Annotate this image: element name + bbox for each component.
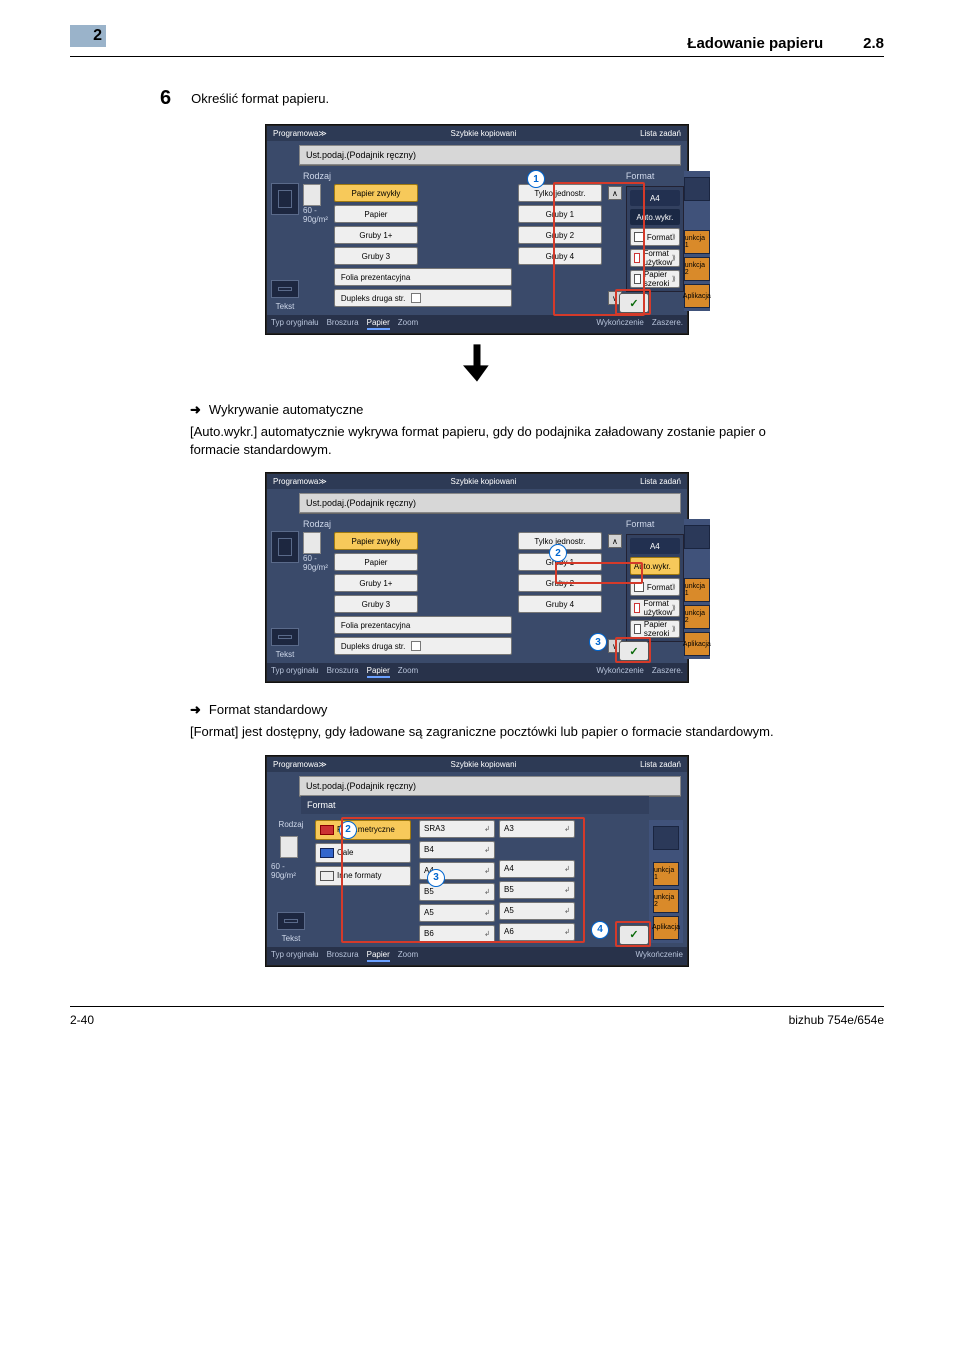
breadcrumb: Ust.podaj.(Podajnik ręczny) bbox=[299, 145, 681, 165]
format-label: Format bbox=[626, 171, 684, 181]
screenshot-1: Programowa≫ Szybkie kopiowani Lista zada… bbox=[266, 125, 688, 334]
highlight-ok bbox=[615, 289, 651, 315]
step-number: 6 bbox=[160, 87, 171, 110]
callout-4: 4 bbox=[591, 921, 609, 939]
page-header: Ładowanie papieru 2.8 bbox=[70, 35, 884, 57]
tab-papier[interactable]: Papier bbox=[367, 318, 390, 330]
paper-wide-btn[interactable]: Papier szeroki⟫ bbox=[630, 620, 680, 638]
scroll-up-icon[interactable]: ∧ bbox=[608, 534, 622, 548]
format-subheader: Format bbox=[301, 796, 649, 814]
right-sidebar: unkcja 1 unkcja 2 Aplikacja bbox=[684, 171, 710, 311]
screenshot-2: Programowa≫ Szybkie kopiowani Lista zada… bbox=[266, 473, 688, 682]
step-row: 6 Określić format papieru. bbox=[160, 87, 884, 110]
highlight-size-area bbox=[341, 817, 585, 943]
topbar-right: Lista zadań bbox=[640, 129, 681, 138]
arrow-icon: ➜ bbox=[190, 402, 201, 417]
paper-type-btn[interactable]: Folia prezentacyjna bbox=[334, 268, 512, 286]
paper-type-btn[interactable]: Papier zwykły bbox=[334, 184, 418, 202]
subsection-std: ➜Format standardowy bbox=[190, 702, 884, 718]
down-arrow-icon bbox=[70, 344, 884, 382]
list-icon bbox=[271, 280, 299, 298]
tab-wykonczenie[interactable]: Wykończenie bbox=[596, 318, 644, 330]
sidebar-slot bbox=[684, 177, 710, 201]
sidebar-app[interactable]: Aplikacja bbox=[684, 284, 710, 308]
paper-type-btn[interactable]: Gruby 3 bbox=[334, 595, 418, 613]
page-footer: 2-40 bizhub 754e/654e bbox=[70, 1006, 884, 1027]
paper-type-btn[interactable]: Papier bbox=[334, 205, 418, 223]
arrow-icon: ➜ bbox=[190, 702, 201, 717]
breadcrumb: Ust.podaj.(Podajnik ręczny) bbox=[299, 493, 681, 513]
sidebar-func1[interactable]: unkcja 1 bbox=[684, 230, 710, 254]
tab-broszura[interactable]: Broszura bbox=[327, 318, 359, 330]
callout-3: 3 bbox=[589, 633, 607, 651]
breadcrumb: Ust.podaj.(Podajnik ręczny) bbox=[299, 776, 681, 796]
paper-icon bbox=[303, 532, 321, 554]
paper-type-btn[interactable]: Gruby 1+ bbox=[334, 574, 418, 592]
tab-typ[interactable]: Typ oryginału bbox=[271, 318, 319, 330]
header-section: 2.8 bbox=[863, 35, 884, 52]
tab-zaszere[interactable]: Zaszere. bbox=[652, 318, 683, 330]
topbar-mid: Szybkie kopiowani bbox=[451, 129, 517, 138]
paper-icon bbox=[280, 836, 298, 858]
rodzaj-label: Rodzaj bbox=[303, 171, 622, 181]
document-icon bbox=[271, 531, 299, 563]
paper-icon bbox=[303, 184, 321, 206]
highlight-ok bbox=[615, 637, 651, 663]
weight-label: 60 - 90g/m² bbox=[303, 206, 328, 224]
paper-type-btn[interactable]: Gruby 3 bbox=[334, 247, 418, 265]
subsection-auto: ➜Wykrywanie automatyczne bbox=[190, 402, 884, 418]
document-icon bbox=[271, 183, 299, 215]
paper-type-btn[interactable]: Folia prezentacyjna bbox=[334, 616, 512, 634]
callout-1: 1 bbox=[527, 170, 545, 188]
auto-description: [Auto.wykr.] automatycznie wykrywa forma… bbox=[190, 423, 804, 458]
header-title: Ładowanie papieru bbox=[687, 35, 823, 52]
footer-page: 2-40 bbox=[70, 1013, 94, 1027]
footer-model: bizhub 754e/654e bbox=[789, 1013, 884, 1027]
list-icon bbox=[271, 628, 299, 646]
topbar-left: Programowa≫ bbox=[273, 129, 327, 138]
screenshot-3: Programowa≫ Szybkie kopiowani Lista zada… bbox=[266, 756, 688, 966]
bottom-tabs: Typ oryginału Broszura Papier Zoom Wykoń… bbox=[267, 315, 687, 333]
paper-type-btn[interactable]: Papier zwykły bbox=[334, 532, 418, 550]
duplex-checkbox[interactable]: Dupleks druga str. bbox=[334, 289, 512, 307]
format-user-btn[interactable]: Format użytkow⟫ bbox=[630, 599, 680, 617]
std-description: [Format] jest dostępny, gdy ładowane są … bbox=[190, 723, 804, 741]
paper-type-btn[interactable]: Gruby 4 bbox=[518, 595, 602, 613]
paper-type-btn[interactable]: Papier bbox=[334, 553, 418, 571]
callout-2: 2 bbox=[549, 544, 567, 562]
duplex-checkbox[interactable]: Dupleks druga str. bbox=[334, 637, 512, 655]
step-text: Określić format papieru. bbox=[191, 87, 329, 110]
paper-type-btn[interactable]: Gruby 1+ bbox=[334, 226, 418, 244]
list-icon bbox=[277, 912, 305, 930]
tab-zoom[interactable]: Zoom bbox=[398, 318, 418, 330]
highlight-auto bbox=[555, 562, 643, 584]
format-panel: A4 Auto.wykr. Format⟫ Format użytkow⟫ Pa… bbox=[626, 534, 684, 642]
sidebar-func2[interactable]: unkcja 2 bbox=[684, 257, 710, 281]
tekst-label: Tekst bbox=[276, 302, 295, 311]
highlight-ok bbox=[615, 921, 651, 947]
